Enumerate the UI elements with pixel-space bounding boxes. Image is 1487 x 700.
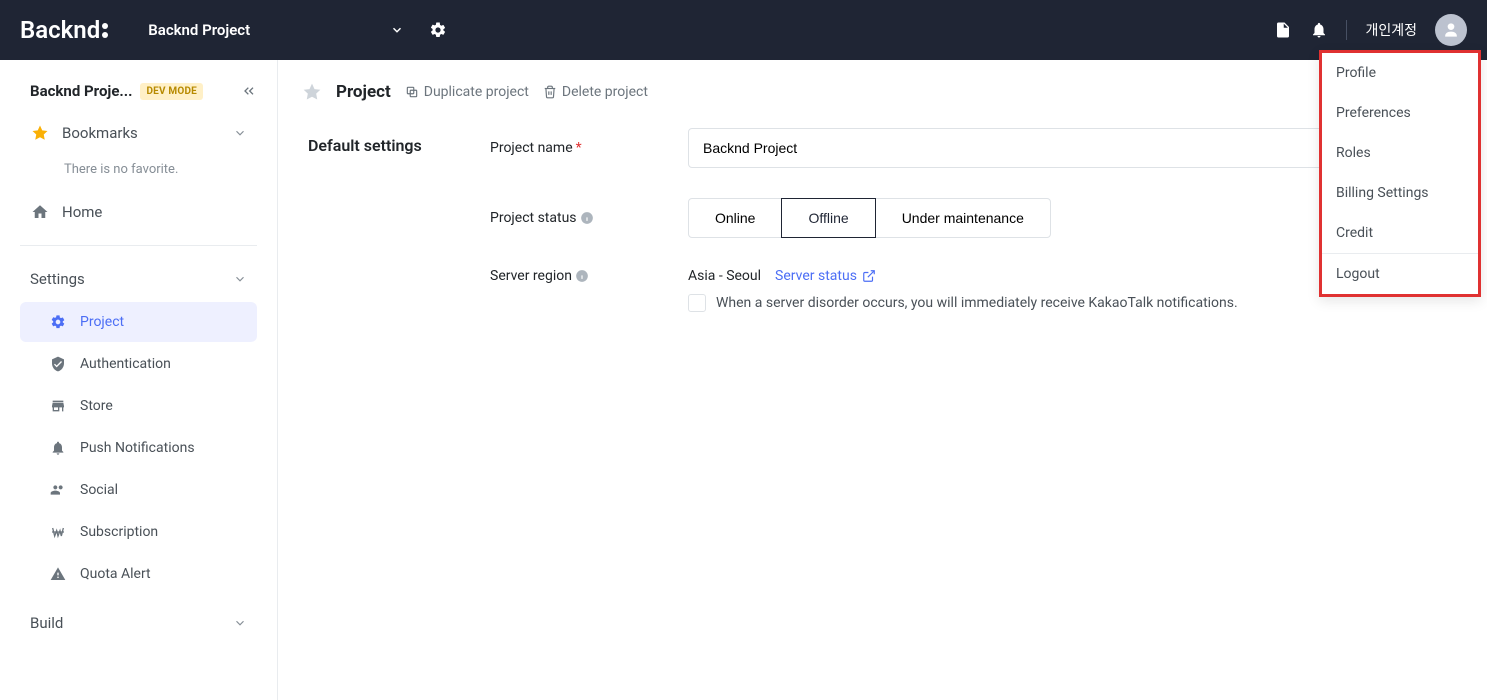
project-status-label: Project status: [490, 210, 688, 226]
store-icon: [48, 398, 68, 414]
sidebar: Backnd Proje... DEV MODE Bookmarks There…: [0, 60, 278, 700]
sidebar-project-row: Backnd Proje... DEV MODE: [0, 60, 277, 112]
delete-project-button[interactable]: Delete project: [543, 84, 648, 100]
duplicate-project-button[interactable]: Duplicate project: [405, 84, 529, 100]
project-name-label: Project name*: [490, 140, 688, 156]
dev-mode-badge: DEV MODE: [140, 83, 203, 100]
app-header: Backnd Backnd Project 개인계정: [0, 0, 1487, 60]
sidebar-item-label: Quota Alert: [80, 566, 151, 582]
sidebar-item-label: Authentication: [80, 356, 171, 372]
status-maintenance-button[interactable]: Under maintenance: [875, 198, 1051, 238]
sidebar-item-subscription[interactable]: Subscription: [20, 512, 257, 552]
copy-icon: [405, 85, 419, 99]
project-status-segmented: Online Offline Under maintenance: [688, 198, 1051, 238]
sidebar-divider: [20, 245, 257, 246]
avatar[interactable]: [1435, 14, 1467, 46]
sidebar-item-authentication[interactable]: Authentication: [20, 344, 257, 384]
sidebar-item-project[interactable]: Project: [20, 302, 257, 342]
sidebar-item-label: Push Notifications: [80, 440, 195, 456]
favorite-button[interactable]: [302, 82, 322, 102]
kakao-notify-label: When a server disorder occurs, you will …: [716, 295, 1238, 311]
sidebar-item-home[interactable]: Home: [20, 191, 257, 233]
shield-icon: [48, 356, 68, 372]
kakao-notify-row: When a server disorder occurs, you will …: [688, 294, 1238, 312]
sidebar-item-label: Store: [80, 398, 113, 414]
header-divider: [1346, 20, 1347, 40]
gear-icon[interactable]: [429, 21, 447, 39]
build-section-label: Build: [30, 614, 233, 632]
server-region-value: Asia - Seoul: [688, 268, 761, 284]
bookmarks-section-header[interactable]: Bookmarks: [20, 112, 257, 154]
server-status-link[interactable]: Server status: [775, 268, 876, 284]
dropdown-item-logout[interactable]: Logout: [1322, 254, 1478, 294]
chevron-down-icon[interactable]: [390, 23, 404, 37]
chevron-down-icon: [233, 272, 247, 286]
dropdown-item-billing[interactable]: Billing Settings: [1322, 173, 1478, 213]
sidebar-item-push[interactable]: Push Notifications: [20, 428, 257, 468]
sidebar-item-label: Social: [80, 482, 118, 498]
sidebar-project-title: Backnd Proje...: [30, 82, 132, 100]
account-dropdown-menu: Profile Preferences Roles Billing Settin…: [1319, 50, 1481, 297]
header-right: 개인계정: [1274, 14, 1467, 46]
sidebar-item-label: Project: [80, 314, 124, 330]
duplicate-label: Duplicate project: [424, 84, 529, 100]
default-settings-label: Default settings: [308, 128, 490, 155]
settings-section-label: Settings: [30, 270, 233, 288]
people-icon: [48, 482, 68, 498]
delete-label: Delete project: [562, 84, 648, 100]
project-selector-label: Backnd Project: [148, 21, 250, 39]
project-selector[interactable]: Backnd Project: [148, 21, 250, 39]
star-icon: [30, 124, 50, 142]
server-region-label: Server region: [490, 268, 688, 284]
brand-text: Backnd: [20, 16, 100, 44]
bell-icon: [48, 440, 68, 456]
build-section-header[interactable]: Build: [20, 602, 257, 644]
dropdown-item-roles[interactable]: Roles: [1322, 133, 1478, 173]
bell-icon[interactable]: [1310, 21, 1328, 39]
home-label: Home: [62, 203, 247, 221]
info-icon[interactable]: [580, 211, 594, 225]
account-label: 개인계정: [1365, 20, 1417, 40]
settings-section-header[interactable]: Settings: [20, 258, 257, 300]
sidebar-item-social[interactable]: Social: [20, 470, 257, 510]
kakao-notify-checkbox[interactable]: [688, 294, 706, 312]
status-offline-button[interactable]: Offline: [781, 198, 875, 238]
warning-icon: [48, 566, 68, 582]
bookmarks-label: Bookmarks: [62, 124, 233, 142]
chevron-down-icon: [233, 126, 247, 140]
sidebar-item-quota[interactable]: Quota Alert: [20, 554, 257, 594]
info-icon[interactable]: [575, 269, 589, 283]
brand-logo: Backnd: [20, 16, 108, 44]
dropdown-item-profile[interactable]: Profile: [1322, 53, 1478, 93]
required-marker: *: [576, 140, 582, 156]
gear-icon: [48, 314, 68, 330]
chevron-down-icon: [233, 616, 247, 630]
sidebar-item-store[interactable]: Store: [20, 386, 257, 426]
main-content: Project Duplicate project Delete project…: [278, 60, 1487, 700]
external-link-icon: [862, 269, 876, 283]
page-header: Project Duplicate project Delete project: [302, 82, 1457, 102]
status-online-button[interactable]: Online: [688, 198, 782, 238]
dropdown-item-preferences[interactable]: Preferences: [1322, 93, 1478, 133]
page-title: Project: [336, 82, 391, 102]
bookmarks-empty-text: There is no favorite.: [20, 154, 257, 191]
trash-icon: [543, 85, 557, 99]
document-icon[interactable]: [1274, 21, 1292, 39]
sidebar-item-label: Subscription: [80, 524, 158, 540]
logo-dots-icon: [102, 23, 108, 38]
won-icon: [48, 524, 68, 540]
collapse-sidebar-icon[interactable]: [241, 83, 257, 99]
dropdown-item-credit[interactable]: Credit: [1322, 213, 1478, 253]
home-icon: [30, 203, 50, 221]
